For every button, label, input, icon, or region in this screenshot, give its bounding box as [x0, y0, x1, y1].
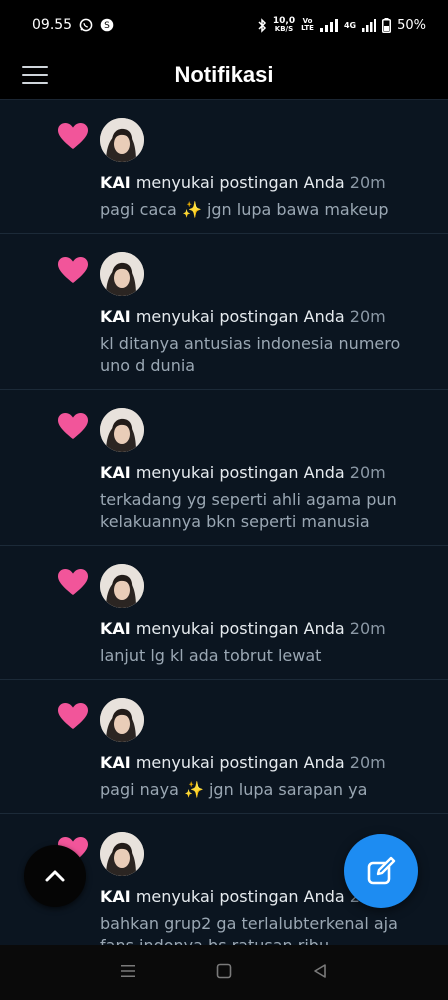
bluetooth-icon: [257, 17, 267, 33]
app-header: Notifikasi: [0, 50, 448, 100]
whatsapp-icon: [79, 18, 93, 32]
post-preview: bahkan grup2 ga terlalubterkenal aja fan…: [100, 914, 398, 945]
notification-action: menyukai postingan Anda: [135, 619, 345, 638]
chevron-up-icon: [45, 870, 65, 882]
battery-icon: [382, 17, 392, 33]
back-icon[interactable]: [312, 963, 328, 983]
notification-time: 20m: [349, 753, 386, 772]
user-name[interactable]: KAI: [100, 753, 131, 772]
heart-icon: [57, 412, 89, 440]
page-title: Notifikasi: [174, 61, 274, 87]
notification-time: 20m: [349, 619, 386, 638]
post-preview: kl ditanya antusias indonesia numero uno…: [100, 334, 401, 375]
notification-action: menyukai postingan Anda: [135, 307, 345, 326]
network-speed: 10,0 KB/S: [273, 17, 295, 33]
post-preview: lanjut lg kl ada tobrut lewat: [100, 646, 322, 665]
avatar[interactable]: [100, 832, 144, 876]
notification-list[interactable]: KAI menyukai postingan Anda 20m pagi caca…: [0, 100, 448, 945]
avatar[interactable]: [100, 408, 144, 452]
heart-icon: [57, 568, 89, 596]
hamburger-icon[interactable]: [22, 64, 48, 86]
status-right: 10,0 KB/S Vo LTE 4G 50%: [257, 17, 426, 33]
notification-summary: KAI menyukai postingan Anda 20m: [100, 462, 424, 484]
notification-time: 20m: [349, 307, 386, 326]
status-left: 09.55 S: [32, 17, 114, 33]
heart-icon: [57, 122, 89, 150]
recents-icon[interactable]: [120, 963, 136, 983]
notification-item[interactable]: KAI menyukai postingan Anda 20m pagi naya…: [0, 680, 448, 814]
user-name[interactable]: KAI: [100, 307, 131, 326]
notification-container: KAI menyukai postingan Anda 20m pagi caca…: [0, 100, 448, 945]
notification-action: menyukai postingan Anda: [135, 887, 345, 906]
notification-summary: KAI menyukai postingan Anda 20m: [100, 306, 424, 328]
notification-item[interactable]: KAI menyukai postingan Anda 20m pagi caca…: [0, 100, 448, 234]
system-nav-bar: [0, 945, 448, 1000]
status-bar: 09.55 S 10,0 KB/S Vo LTE 4G 50%: [0, 0, 448, 50]
heart-icon: [57, 256, 89, 284]
user-name[interactable]: KAI: [100, 887, 131, 906]
compose-button[interactable]: [344, 834, 418, 908]
status-time: 09.55: [32, 17, 73, 33]
battery-percent: 50%: [397, 17, 426, 33]
notification-action: menyukai postingan Anda: [135, 173, 345, 192]
volte-indicator: Vo LTE: [301, 18, 314, 32]
user-name[interactable]: KAI: [100, 463, 131, 482]
notification-time: 20m: [349, 173, 386, 192]
notification-summary: KAI menyukai postingan Anda 20m: [100, 618, 424, 640]
avatar[interactable]: [100, 118, 144, 162]
network-speed-unit: KB/S: [274, 25, 294, 33]
notification-summary: KAI menyukai postingan Anda 20m: [100, 752, 424, 774]
post-preview: pagi naya ✨ jgn lupa sarapan ya: [100, 780, 368, 799]
notification-time: 20m: [349, 463, 386, 482]
notification-item[interactable]: KAI menyukai postingan Anda 20m kl ditany…: [0, 234, 448, 390]
post-preview: terkadang yg seperti ahli agama pun kela…: [100, 490, 397, 531]
avatar[interactable]: [100, 564, 144, 608]
avatar[interactable]: [100, 698, 144, 742]
home-icon[interactable]: [216, 963, 232, 983]
notification-action: menyukai postingan Anda: [135, 463, 345, 482]
heart-icon: [57, 702, 89, 730]
user-name[interactable]: KAI: [100, 173, 131, 192]
network-type: 4G: [343, 20, 357, 30]
volte-bottom: LTE: [301, 24, 314, 32]
post-preview: pagi caca ✨ jgn lupa bawa makeup: [100, 200, 389, 219]
compose-icon: [367, 856, 396, 885]
notification-action: menyukai postingan Anda: [135, 753, 345, 772]
notification-summary: KAI menyukai postingan Anda 20m: [100, 172, 424, 194]
svg-text:S: S: [104, 21, 110, 31]
notification-item[interactable]: KAI menyukai postingan Anda 20m lanjut lg…: [0, 546, 448, 680]
signal-icon: [319, 18, 338, 32]
user-name[interactable]: KAI: [100, 619, 131, 638]
scroll-to-top-button[interactable]: [24, 845, 86, 907]
signal-2-icon: [362, 18, 377, 32]
app-notification-icon: S: [100, 18, 114, 32]
avatar[interactable]: [100, 252, 144, 296]
notification-item[interactable]: KAI menyukai postingan Anda 20m terkadang…: [0, 390, 448, 546]
